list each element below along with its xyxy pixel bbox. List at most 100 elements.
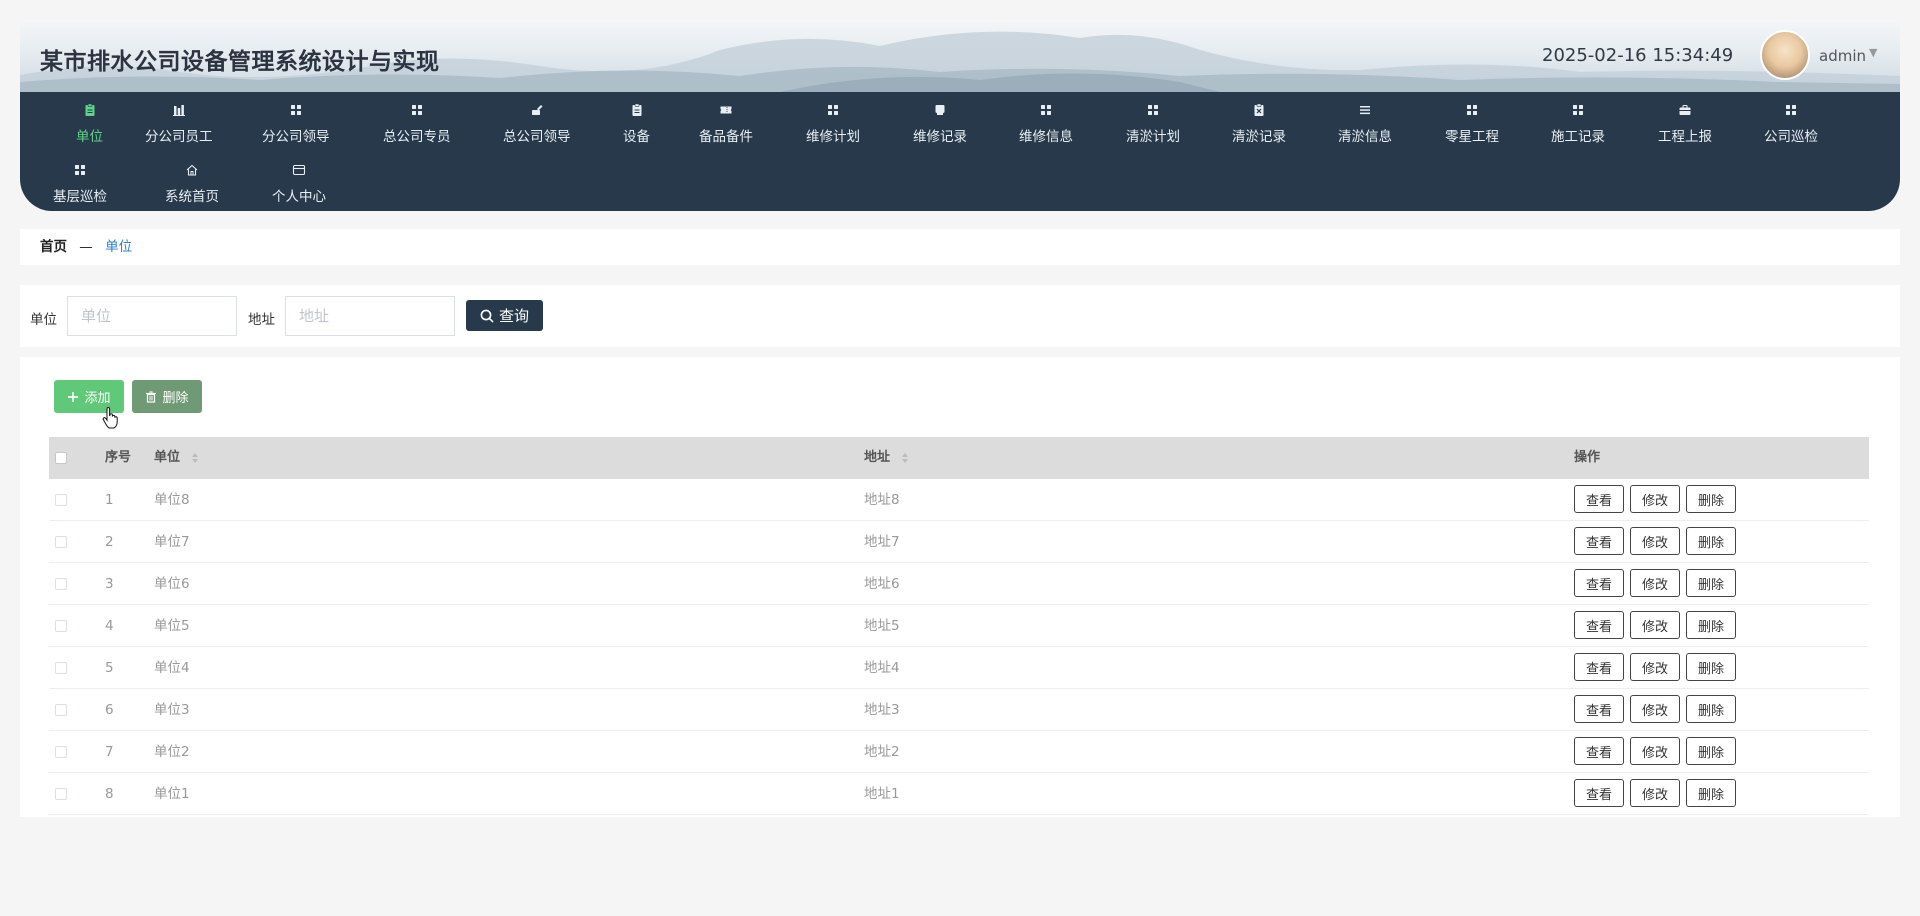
breadcrumb-home[interactable]: 首页: [40, 239, 67, 255]
table-row: 5 单位4 地址4 查看 修改 删除: [49, 647, 1869, 689]
grid-icon: [262, 103, 330, 119]
sort-icon[interactable]: [901, 452, 909, 464]
username[interactable]: admin: [1819, 47, 1866, 65]
delete-button[interactable]: 删除: [1686, 653, 1736, 681]
table-row: 4 单位5 地址5 查看 修改 删除: [49, 605, 1869, 647]
nav-item-20[interactable]: 个人中心: [272, 163, 326, 205]
delete-button[interactable]: 删除: [1686, 737, 1736, 765]
edit-button[interactable]: 修改: [1630, 779, 1680, 807]
address-search-input[interactable]: [285, 296, 455, 336]
row-checkbox[interactable]: [55, 746, 67, 758]
view-button[interactable]: 查看: [1574, 611, 1624, 639]
column-header-address-label: 地址: [864, 450, 891, 465]
nav-item-15[interactable]: 施工记录: [1551, 103, 1605, 145]
nav-item-11[interactable]: 清淤计划: [1126, 103, 1180, 145]
row-checkbox[interactable]: [55, 704, 67, 716]
delete-button[interactable]: 删除: [1686, 611, 1736, 639]
row-checkbox[interactable]: [55, 578, 67, 590]
column-header-address[interactable]: 地址: [864, 437, 909, 479]
delete-button[interactable]: 删除: [1686, 569, 1736, 597]
app-title: 某市排水公司设备管理系统设计与实现: [40, 49, 440, 75]
view-button[interactable]: 查看: [1574, 569, 1624, 597]
edit-button[interactable]: 修改: [1630, 485, 1680, 513]
cell-unit: 单位7: [154, 534, 190, 550]
cell-address: 地址3: [864, 702, 900, 718]
delete-button[interactable]: 删除: [1686, 779, 1736, 807]
delete-button[interactable]: 删除: [1686, 695, 1736, 723]
nav-item-label: 清淤记录: [1232, 129, 1286, 145]
column-header-index: 序号: [105, 450, 132, 465]
main-nav: 单位 分公司员工 分公司领导 总公司专员 总公司领导 设备 备品备件 维修计划 维修记录 维修信息…: [20, 92, 1900, 211]
nav-item-6[interactable]: 设备: [623, 103, 650, 145]
edit-button[interactable]: 修改: [1630, 737, 1680, 765]
nav-item-8[interactable]: 维修计划: [806, 103, 860, 145]
nav-item-10[interactable]: 维修信息: [1019, 103, 1073, 145]
nav-item-label: 个人中心: [272, 189, 326, 205]
view-button[interactable]: 查看: [1574, 695, 1624, 723]
edit-button[interactable]: 修改: [1630, 527, 1680, 555]
nav-item-3[interactable]: 分公司领导: [262, 103, 330, 145]
nav-item-13[interactable]: 清淤信息: [1338, 103, 1392, 145]
table-row: 3 单位6 地址6 查看 修改 删除: [49, 563, 1869, 605]
row-actions: 查看 修改 删除: [1574, 611, 1736, 639]
briefcase-icon: [1658, 103, 1712, 119]
nav-item-1[interactable]: 单位: [76, 103, 103, 145]
nav-item-18[interactable]: 基层巡检: [53, 163, 107, 205]
nav-item-2[interactable]: 分公司员工: [145, 103, 213, 145]
delete-button[interactable]: 删除: [1686, 527, 1736, 555]
table-row: 2 单位7 地址7 查看 修改 删除: [49, 521, 1869, 563]
nav-item-14[interactable]: 零星工程: [1445, 103, 1499, 145]
bulk-delete-button[interactable]: 删除: [132, 380, 202, 413]
avatar[interactable]: [1760, 30, 1810, 80]
nav-item-16[interactable]: 工程上报: [1658, 103, 1712, 145]
view-button[interactable]: 查看: [1574, 737, 1624, 765]
unit-search-input[interactable]: [67, 296, 237, 336]
address-search-label: 地址: [248, 312, 275, 328]
nav-item-19[interactable]: 系统首页: [165, 163, 219, 205]
edit-button[interactable]: 修改: [1630, 611, 1680, 639]
row-checkbox[interactable]: [55, 536, 67, 548]
row-checkbox[interactable]: [55, 788, 67, 800]
nav-item-label: 系统首页: [165, 189, 219, 205]
edit-button[interactable]: 修改: [1630, 653, 1680, 681]
edit-button[interactable]: 修改: [1630, 695, 1680, 723]
view-button[interactable]: 查看: [1574, 779, 1624, 807]
row-actions: 查看 修改 删除: [1574, 485, 1736, 513]
nav-item-5[interactable]: 总公司领导: [503, 103, 571, 145]
note-icon: [913, 103, 967, 119]
app-header: 某市排水公司设备管理系统设计与实现 2025-02-16 15:34:49 ad…: [20, 20, 1900, 211]
row-checkbox[interactable]: [55, 662, 67, 674]
view-button[interactable]: 查看: [1574, 527, 1624, 555]
nav-item-4[interactable]: 总公司专员: [383, 103, 451, 145]
table-row: 6 单位3 地址3 查看 修改 删除: [49, 689, 1869, 731]
select-all-checkbox[interactable]: [55, 452, 67, 464]
delete-button[interactable]: 删除: [1686, 485, 1736, 513]
clipboard-icon: [76, 103, 103, 119]
nav-item-label: 工程上报: [1658, 129, 1712, 145]
view-button[interactable]: 查看: [1574, 485, 1624, 513]
column-header-unit[interactable]: 单位: [154, 437, 199, 479]
sort-icon[interactable]: [191, 452, 199, 464]
edit-button[interactable]: 修改: [1630, 569, 1680, 597]
hand-cursor-icon: [102, 407, 118, 429]
grid-icon: [1126, 103, 1180, 119]
nav-item-label: 分公司员工: [145, 129, 213, 145]
grid-icon: [53, 163, 107, 179]
row-checkbox[interactable]: [55, 620, 67, 632]
row-checkbox[interactable]: [55, 494, 67, 506]
cell-address: 地址7: [864, 534, 900, 550]
nav-item-label: 维修计划: [806, 129, 860, 145]
search-button[interactable]: 查询: [466, 300, 543, 331]
grid-icon: [1764, 103, 1818, 119]
nav-item-label: 总公司专员: [383, 129, 451, 145]
cell-unit: 单位2: [154, 744, 190, 760]
nav-item-9[interactable]: 维修记录: [913, 103, 967, 145]
chevron-down-icon[interactable]: ▼: [1869, 46, 1877, 59]
nav-item-7[interactable]: 备品备件: [699, 103, 753, 145]
nav-item-12[interactable]: 清淤记录: [1232, 103, 1286, 145]
nav-item-label: 设备: [623, 129, 650, 145]
view-button[interactable]: 查看: [1574, 653, 1624, 681]
nav-item-17[interactable]: 公司巡检: [1764, 103, 1818, 145]
column-header-unit-label: 单位: [154, 450, 181, 465]
nav-item-label: 基层巡检: [53, 189, 107, 205]
